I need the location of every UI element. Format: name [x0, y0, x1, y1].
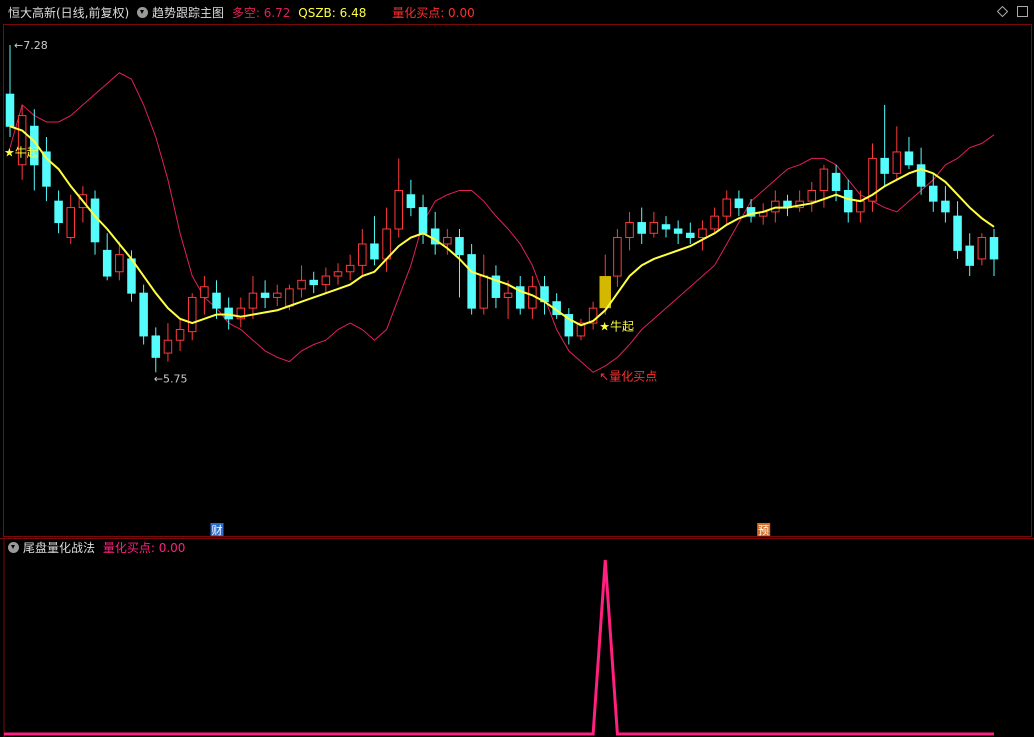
candle-body [880, 157, 889, 174]
candle-body [916, 164, 926, 187]
candle-body [5, 93, 15, 127]
candle-body [370, 243, 379, 260]
candle-body [455, 237, 464, 256]
candle-body [686, 232, 695, 239]
candle-body [382, 228, 391, 260]
candle-body [856, 200, 865, 213]
pane-divider[interactable] [0, 538, 1034, 539]
candle-body [892, 151, 902, 174]
sub-indicator-name[interactable]: 尾盘量化战法 [23, 541, 95, 555]
main-header: 恒大高新(日线,前复权) 趋势跟踪主图 多空: 6.72 QSZB: 6.48 … [8, 5, 479, 21]
event-badge-text: 预 [758, 524, 769, 537]
candle-body [54, 200, 63, 224]
qszb-label: QSZB: [298, 6, 340, 20]
candle-body [248, 292, 258, 309]
candle-body [941, 200, 950, 213]
candle-body [710, 215, 719, 230]
candle-body [321, 275, 331, 286]
maximize-icon[interactable] [997, 6, 1008, 17]
sub-header: 尾盘量化战法 量化买点: 0.00 [8, 540, 189, 556]
candle-body [734, 198, 744, 209]
buy-label: 量化买点: [392, 6, 449, 20]
candle-body [406, 194, 416, 209]
candle-body [272, 292, 282, 298]
qszb-value: 6.48 [339, 6, 367, 20]
candle-body [928, 185, 938, 202]
candle-body [977, 237, 987, 260]
annotation-label: ★牛起 [4, 144, 39, 159]
duokong-label: 多空: [231, 6, 264, 20]
candle-body [904, 151, 914, 166]
candle-body [613, 237, 622, 277]
candle-body [989, 237, 999, 260]
candle-body [503, 292, 513, 298]
candle-body [212, 292, 221, 309]
candle-body [115, 254, 124, 273]
candle-body [843, 189, 853, 213]
candle-body [698, 228, 707, 239]
duokong-value: 6.72 [263, 6, 291, 20]
candle-body [953, 215, 962, 251]
candle-body [394, 189, 404, 230]
candle-body [673, 228, 683, 234]
candle-body [479, 275, 489, 309]
candle-body [358, 243, 367, 266]
candle-body [661, 224, 671, 230]
buy-value: 0.00 [448, 6, 475, 20]
dropdown-icon[interactable] [137, 7, 149, 18]
event-badge-text: 财 [212, 523, 223, 537]
candle-body [260, 292, 270, 298]
candle-body [175, 329, 185, 341]
dropdown-icon[interactable] [8, 542, 19, 553]
annotation-label: ★牛起 [599, 319, 634, 334]
candle-body [224, 307, 233, 320]
candle-body [297, 279, 306, 290]
candle-body [345, 264, 355, 273]
duokong-line [9, 72, 995, 373]
candle-body [285, 288, 294, 307]
candle-body [151, 335, 161, 358]
candle-body [418, 207, 428, 234]
stock-title[interactable]: 恒大高新(日线,前复权) [8, 6, 129, 20]
candle-body [807, 189, 817, 202]
chart-canvas[interactable]: ←7.28 ←5.75 ★牛起 ★牛起 ↖量化买点财 预 [0, 0, 1034, 737]
candle-body [625, 222, 634, 239]
candle-body [965, 245, 974, 266]
annotation-label: ↖量化买点 [599, 370, 657, 384]
candle-body [771, 200, 780, 213]
sub-buy-label: 量化买点: [102, 541, 159, 555]
candle-body [309, 279, 318, 286]
candle-body [102, 249, 112, 277]
settings-icon[interactable] [1017, 6, 1028, 17]
candle-body [187, 296, 197, 333]
candle-body [467, 254, 476, 309]
candle-body [722, 198, 732, 217]
candle-body [66, 207, 76, 239]
low-price-label: ←5.75 [154, 372, 188, 385]
candle-body [139, 292, 148, 337]
main-pane-frame [3, 24, 1032, 537]
candle-body [333, 271, 343, 277]
candle-body [649, 222, 659, 234]
high-price-label: ←7.28 [14, 39, 48, 52]
buy-signal-line [4, 559, 994, 736]
sub-buy-value: 0.00 [158, 541, 186, 555]
indicator-name[interactable]: 趋势跟踪主图 [152, 6, 224, 20]
candle-body [163, 339, 173, 354]
qszb-line [9, 125, 995, 327]
candle-body [90, 198, 100, 243]
candle-body [819, 168, 829, 191]
candle-body [200, 286, 209, 298]
candle-body [831, 172, 841, 191]
candle-body [637, 222, 646, 234]
candle-body [443, 237, 452, 245]
